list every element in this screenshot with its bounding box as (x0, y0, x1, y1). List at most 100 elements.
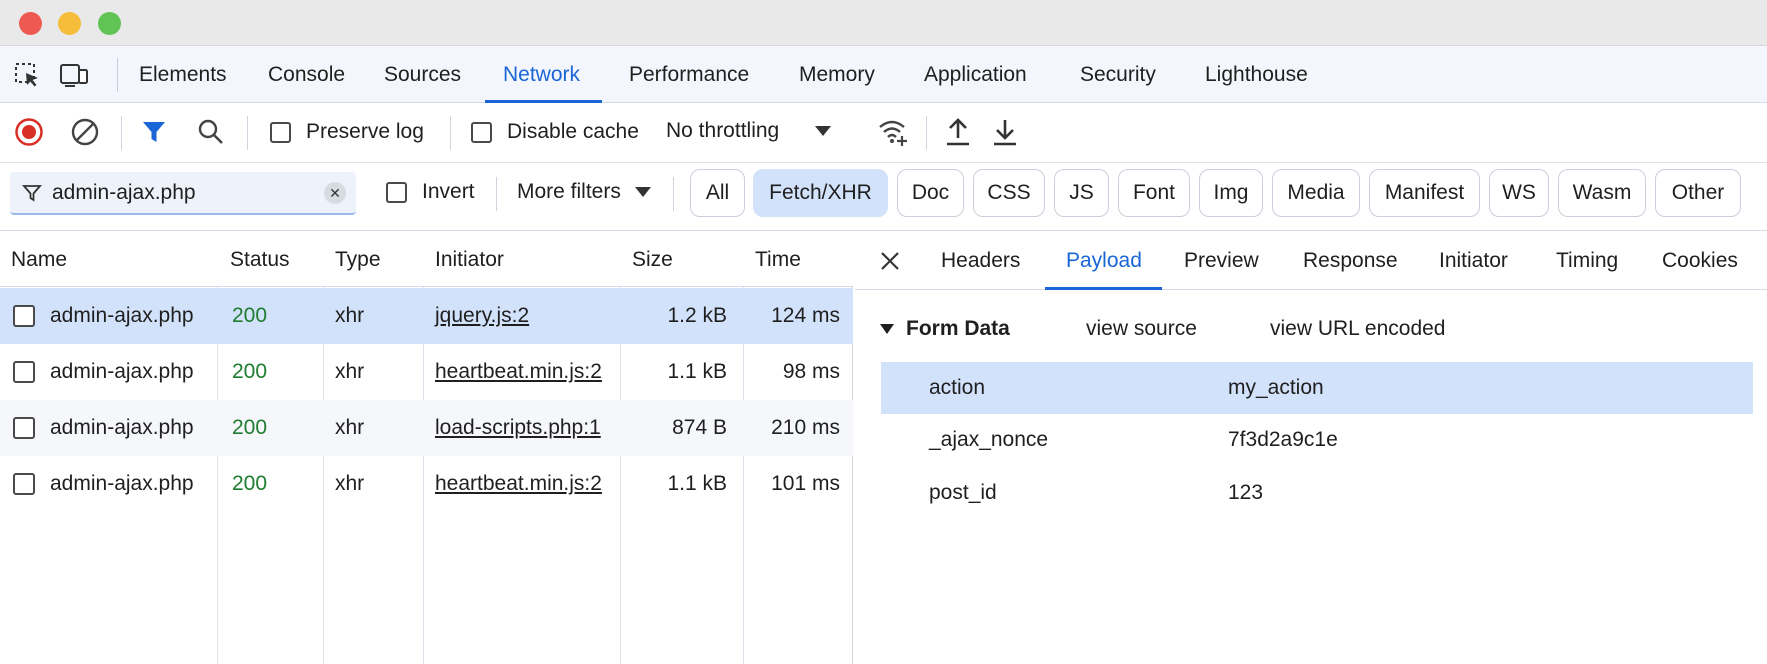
column-header-type[interactable]: Type (335, 232, 381, 287)
column-header-name[interactable]: Name (11, 232, 67, 287)
tab-security[interactable]: Security (1080, 46, 1156, 103)
request-initiator-link[interactable]: load-scripts.php:1 (435, 400, 601, 456)
disable-cache-checkbox[interactable]: Disable cache (471, 120, 639, 144)
tab-memory[interactable]: Memory (799, 46, 875, 103)
filter-separator (673, 177, 674, 211)
maximize-window-button[interactable] (98, 12, 121, 35)
form-data-section-toggle[interactable]: Form Data (880, 314, 1010, 344)
tab-payload[interactable]: Payload (1045, 232, 1162, 290)
column-header-initiator[interactable]: Initiator (435, 232, 504, 287)
type-filter-font[interactable]: Font (1118, 169, 1190, 217)
type-filter-ws[interactable]: WS (1489, 169, 1549, 217)
form-data-value: 7f3d2a9c1e (1228, 428, 1338, 451)
request-status: 200 (232, 472, 268, 495)
clear-icon[interactable] (70, 117, 100, 147)
filter-icon[interactable] (140, 118, 168, 146)
tab-timing[interactable]: Timing (1556, 232, 1618, 290)
devtools-tab-strip: Elements Console Sources Network Perform… (0, 46, 1767, 103)
window-title-bar (0, 0, 1767, 46)
preserve-log-checkbox[interactable]: Preserve log (270, 120, 424, 144)
request-status: 200 (232, 360, 268, 383)
view-url-encoded-link[interactable]: view URL encoded (1270, 314, 1446, 344)
type-filter-other[interactable]: Other (1655, 169, 1741, 217)
type-filter-fetch-xhr[interactable]: Fetch/XHR (753, 169, 888, 217)
request-row[interactable]: admin-ajax.php 200 xhr heartbeat.min.js:… (0, 456, 853, 512)
tab-application[interactable]: Application (924, 46, 1027, 103)
filter-bar: admin-ajax.php ✕ Invert More filters All… (0, 163, 1767, 231)
throttling-select[interactable]: No throttling (666, 119, 832, 143)
type-filter-doc[interactable]: Doc (897, 169, 964, 217)
request-initiator-link[interactable]: heartbeat.min.js:2 (435, 344, 602, 400)
row-checkbox[interactable] (13, 473, 35, 495)
form-data-row[interactable]: action my_action (881, 362, 1753, 414)
tab-network[interactable]: Network (484, 46, 603, 103)
request-time: 124 ms (771, 304, 840, 327)
request-name: admin-ajax.php (50, 416, 194, 439)
column-header-time[interactable]: Time (755, 232, 801, 287)
request-status: 200 (232, 416, 268, 439)
tab-performance[interactable]: Performance (629, 46, 749, 103)
clear-filter-icon[interactable]: ✕ (324, 182, 346, 204)
tab-lighthouse[interactable]: Lighthouse (1205, 46, 1308, 103)
form-data-row[interactable]: _ajax_nonce 7f3d2a9c1e (881, 414, 1753, 466)
type-filter-js[interactable]: JS (1054, 169, 1109, 217)
row-checkbox[interactable] (13, 417, 35, 439)
more-filters-dropdown[interactable]: More filters (517, 180, 651, 204)
request-name: admin-ajax.php (50, 472, 194, 495)
column-header-status[interactable]: Status (230, 232, 290, 287)
type-filter-media[interactable]: Media (1272, 169, 1360, 217)
row-checkbox[interactable] (13, 305, 35, 327)
record-icon[interactable] (14, 117, 44, 147)
invert-label: Invert (422, 180, 475, 203)
tab-initiator[interactable]: Initiator (1439, 232, 1508, 290)
inspect-element-icon[interactable] (11, 59, 43, 91)
download-icon[interactable] (990, 116, 1020, 148)
request-type: xhr (335, 304, 365, 327)
search-icon[interactable] (196, 117, 226, 147)
table-header: Name Status Type Initiator Size Time (0, 232, 853, 287)
invert-checkbox[interactable]: Invert (386, 180, 475, 204)
form-data-row[interactable]: post_id 123 (881, 467, 1753, 519)
tab-console[interactable]: Console (268, 46, 345, 103)
chevron-down-icon (634, 187, 651, 197)
tab-cookies[interactable]: Cookies (1662, 232, 1738, 290)
filter-input[interactable]: admin-ajax.php ✕ (10, 172, 356, 215)
tab-sources[interactable]: Sources (384, 46, 461, 103)
request-initiator-link[interactable]: heartbeat.min.js:2 (435, 456, 602, 512)
request-row[interactable]: admin-ajax.php 200 xhr load-scripts.php:… (0, 400, 853, 456)
type-filter-manifest[interactable]: Manifest (1369, 169, 1480, 217)
request-type: xhr (335, 360, 365, 383)
view-source-link[interactable]: view source (1086, 314, 1197, 344)
chevron-down-icon (815, 126, 832, 136)
column-header-size[interactable]: Size (632, 232, 673, 287)
wifi-settings-icon[interactable] (877, 117, 909, 147)
type-filter-wasm[interactable]: Wasm (1558, 169, 1646, 217)
checkbox-box[interactable] (270, 121, 291, 143)
tab-elements[interactable]: Elements (139, 46, 227, 103)
checkbox-box[interactable] (386, 181, 407, 203)
tab-response[interactable]: Response (1303, 232, 1398, 290)
checkbox-box[interactable] (471, 121, 492, 143)
request-name: admin-ajax.php (50, 360, 194, 383)
type-filter-css[interactable]: CSS (973, 169, 1045, 217)
close-window-button[interactable] (19, 12, 42, 35)
minimize-window-button[interactable] (58, 12, 81, 35)
tab-strip-separator (117, 58, 118, 92)
request-time: 101 ms (771, 472, 840, 495)
type-filter-img[interactable]: Img (1199, 169, 1263, 217)
device-toolbar-icon[interactable] (58, 59, 90, 91)
upload-icon[interactable] (943, 116, 973, 148)
request-initiator-link[interactable]: jquery.js:2 (435, 288, 529, 344)
row-checkbox[interactable] (13, 361, 35, 383)
tab-headers[interactable]: Headers (941, 232, 1020, 290)
form-data-key: post_id (929, 481, 997, 504)
request-size: 1.1 kB (667, 360, 727, 383)
type-filter-all[interactable]: All (690, 169, 745, 217)
expand-triangle-icon (880, 324, 894, 334)
close-icon[interactable] (875, 246, 905, 276)
tab-preview[interactable]: Preview (1184, 232, 1259, 290)
request-row[interactable]: admin-ajax.php 200 xhr heartbeat.min.js:… (0, 344, 853, 400)
request-row[interactable]: admin-ajax.php 200 xhr jquery.js:2 1.2 k… (0, 288, 853, 344)
request-time: 98 ms (782, 360, 840, 383)
request-size: 1.1 kB (667, 472, 727, 495)
